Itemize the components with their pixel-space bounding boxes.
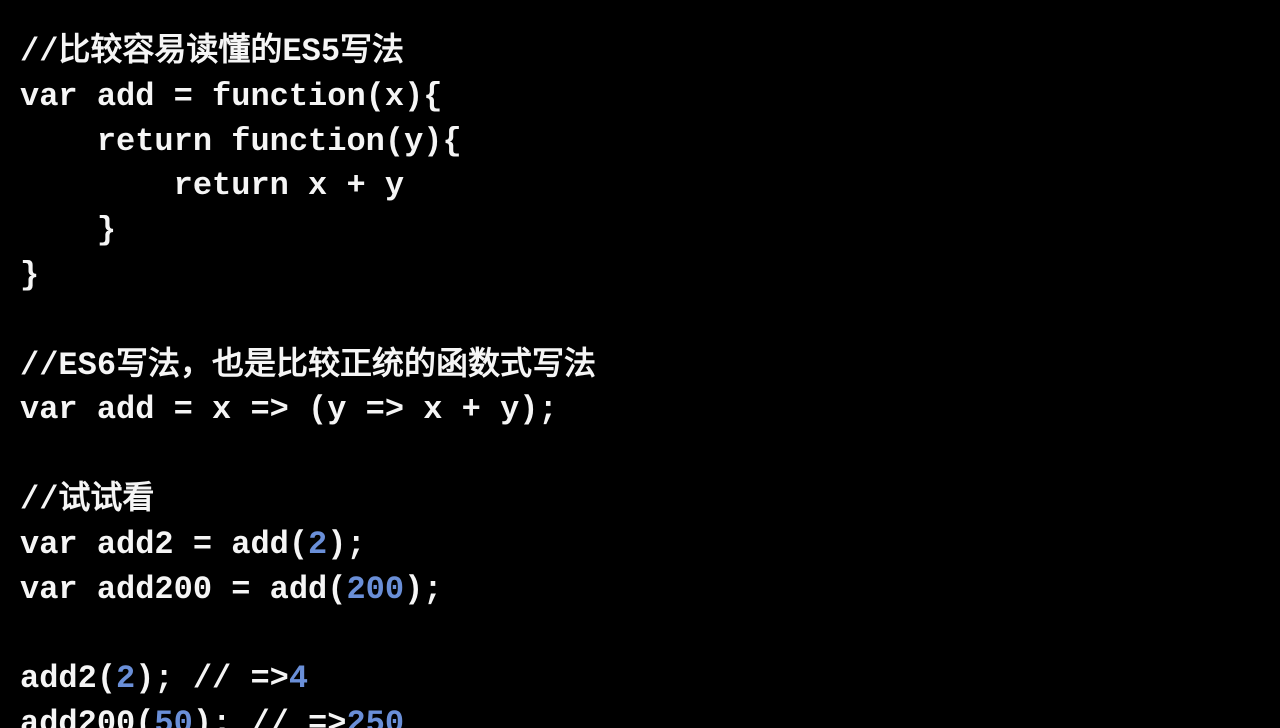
code-line: } [20, 257, 39, 294]
code-comment: //比较容易读懂的ES5写法 [20, 33, 404, 70]
code-line: } [20, 212, 116, 249]
code-line: return x + y [20, 167, 404, 204]
number-literal: 2 [116, 660, 135, 697]
code-line: add2(2); // =>4 [20, 660, 308, 697]
number-literal: 250 [346, 705, 404, 728]
code-line: var add = x => (y => x + y); [20, 391, 558, 428]
code-line: return function(y){ [20, 123, 462, 160]
code-line: var add2 = add(2); [20, 526, 366, 563]
code-line: var add200 = add(200); [20, 571, 442, 608]
code-comment: //试试看 [20, 481, 154, 518]
code-line: add200(50); // =>250 [20, 705, 404, 728]
code-block: //比较容易读懂的ES5写法 var add = function(x){ re… [0, 0, 1280, 728]
number-literal: 50 [154, 705, 192, 728]
number-literal: 200 [346, 571, 404, 608]
number-literal: 2 [308, 526, 327, 563]
code-comment: //ES6写法，也是比较正统的函数式写法 [20, 347, 596, 384]
number-literal: 4 [289, 660, 308, 697]
code-line: var add = function(x){ [20, 78, 442, 115]
